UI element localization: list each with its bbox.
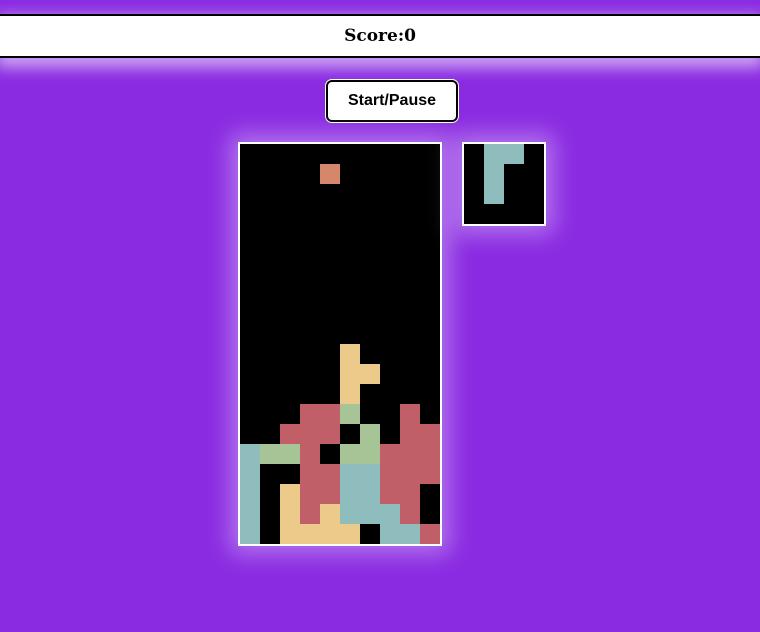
board-cell xyxy=(380,484,400,504)
board-cell xyxy=(300,464,320,484)
board-cell xyxy=(280,424,300,444)
board-cell xyxy=(320,164,340,184)
board-cell xyxy=(240,504,260,524)
board-cell xyxy=(240,444,260,464)
start-pause-button[interactable]: Start/Pause xyxy=(326,80,458,122)
board-cell xyxy=(360,504,380,524)
board-cell xyxy=(340,524,360,544)
board-cell xyxy=(320,404,340,424)
board-cell xyxy=(300,404,320,424)
next-piece-cell xyxy=(484,144,504,164)
board-cell xyxy=(280,444,300,464)
board-grid xyxy=(240,164,440,544)
score-display: Score:0 xyxy=(344,26,416,46)
board-cell xyxy=(400,484,420,504)
board-cell xyxy=(340,344,360,364)
board-cell xyxy=(280,504,300,524)
score-bar: Score:0 xyxy=(0,14,760,58)
game-board xyxy=(238,142,442,546)
board-cell xyxy=(340,384,360,404)
board-cell xyxy=(320,424,340,444)
board-cell xyxy=(340,364,360,384)
board-cell xyxy=(240,524,260,544)
next-piece-cell xyxy=(504,144,524,164)
board-cell xyxy=(380,444,400,464)
board-cell xyxy=(340,404,360,424)
board-cell xyxy=(260,444,280,464)
next-piece-preview xyxy=(462,142,546,226)
board-cell xyxy=(320,464,340,484)
next-piece-cell xyxy=(484,164,504,184)
board-cell xyxy=(320,484,340,504)
board-cell xyxy=(340,504,360,524)
board-cell xyxy=(420,524,440,544)
board-cell xyxy=(380,524,400,544)
board-cell xyxy=(380,464,400,484)
board-cell xyxy=(280,524,300,544)
board-cell xyxy=(400,424,420,444)
board-cell xyxy=(360,464,380,484)
board-cell xyxy=(320,504,340,524)
board-cell xyxy=(420,424,440,444)
board-cell xyxy=(340,484,360,504)
board-cell xyxy=(280,484,300,504)
board-cell xyxy=(300,504,320,524)
board-cell xyxy=(400,464,420,484)
board-cell xyxy=(300,444,320,464)
next-piece-cell xyxy=(484,184,504,204)
board-cell xyxy=(380,504,400,524)
board-cell xyxy=(360,424,380,444)
board-cell xyxy=(300,484,320,504)
board-cell xyxy=(400,504,420,524)
board-cell xyxy=(400,404,420,424)
board-cell xyxy=(420,464,440,484)
board-cell xyxy=(360,444,380,464)
board-cell xyxy=(320,524,340,544)
board-cell xyxy=(360,484,380,504)
board-cell xyxy=(360,364,380,384)
board-cell xyxy=(240,484,260,504)
board-cell xyxy=(340,464,360,484)
next-piece-grid xyxy=(484,144,524,204)
board-cell xyxy=(400,444,420,464)
board-cell xyxy=(300,524,320,544)
board-cell xyxy=(300,424,320,444)
board-cell xyxy=(240,464,260,484)
board-cell xyxy=(420,444,440,464)
board-cell xyxy=(400,524,420,544)
board-cell xyxy=(340,444,360,464)
